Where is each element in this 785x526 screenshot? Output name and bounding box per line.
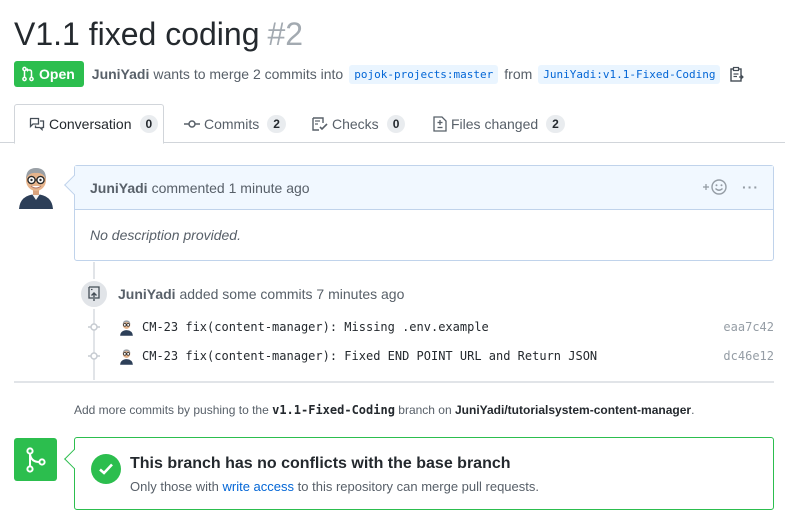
comment-discussion-icon xyxy=(29,117,45,131)
from-text: from xyxy=(504,66,533,82)
commit-dot-icon xyxy=(86,351,102,361)
hint-branch: v1.1-Fixed-Coding xyxy=(272,403,395,417)
comment-body: No description provided. xyxy=(90,227,241,243)
merge-status-icon xyxy=(14,438,57,481)
pull-request-icon xyxy=(22,66,34,82)
avatar-image xyxy=(19,168,53,209)
comment-action: commented xyxy=(151,179,225,196)
add-reaction-button[interactable] xyxy=(702,178,728,196)
commit-author-avatar[interactable] xyxy=(119,319,134,336)
commit-message-link[interactable]: CM-23 fix(content-manager): Fixed END PO… xyxy=(142,349,597,363)
tab-files-changed[interactable]: Files changed 2 xyxy=(433,104,565,143)
tab-checks[interactable]: Checks 0 xyxy=(312,104,406,143)
head-branch[interactable]: JuniYadi:v1.1-Fixed-Coding xyxy=(538,64,721,84)
repo-push-icon xyxy=(88,286,100,301)
comment-time[interactable]: 1 minute ago xyxy=(229,180,310,196)
merge-sub-prefix: Only those with xyxy=(130,479,219,494)
tab-conversation[interactable]: Conversation 0 xyxy=(14,104,164,144)
pr-number: #2 xyxy=(267,16,304,52)
avatar[interactable] xyxy=(16,165,56,209)
smiley-icon xyxy=(703,179,727,195)
checklist-icon xyxy=(312,116,328,131)
hint-suffix: . xyxy=(691,403,695,417)
merge-text: wants to merge 2 commits into xyxy=(153,66,344,82)
comment-actions: ··· xyxy=(702,178,759,196)
comment-author-link[interactable]: JuniYadi xyxy=(90,180,148,196)
copy-branch-button[interactable] xyxy=(730,66,745,82)
state-badge: Open xyxy=(14,61,84,87)
commit-sha-link[interactable]: dc46e12 xyxy=(723,349,774,363)
repo-push-badge xyxy=(79,279,109,309)
event-action: added some commits xyxy=(179,286,313,302)
page-title: V1.1 fixed coding #2 xyxy=(14,14,303,54)
timeline-divider xyxy=(14,381,774,383)
hint-middle: branch on xyxy=(398,403,452,417)
merge-status-title: This branch has no conflicts with the ba… xyxy=(130,455,511,472)
comment-more-button[interactable]: ··· xyxy=(742,179,759,195)
event-time[interactable]: 7 minutes ago xyxy=(316,286,404,302)
comment-box: JuniYadi commented 1 minute ago ··· No d… xyxy=(64,165,774,261)
push-hint: Add more commits by pushing to the v1.1-… xyxy=(74,403,694,417)
git-merge-icon xyxy=(25,446,46,473)
pr-title: V1.1 fixed coding xyxy=(14,16,260,52)
clipboard-icon xyxy=(730,66,745,82)
avatar-image xyxy=(120,348,133,365)
commit-row: CM-23 fix(content-manager): Missing .env… xyxy=(86,317,774,337)
write-access-link[interactable]: write access xyxy=(223,479,295,494)
comment-header: JuniYadi commented 1 minute ago ··· xyxy=(75,166,773,210)
merge-sub-suffix: to this repository can merge pull reques… xyxy=(297,479,539,494)
tab-counter: 0 xyxy=(139,115,159,133)
state-label: Open xyxy=(39,66,75,82)
tab-counter: 0 xyxy=(386,114,406,133)
tab-label: Files changed xyxy=(451,115,539,132)
event-author-link[interactable]: JuniYadi xyxy=(118,286,176,302)
check-icon xyxy=(91,454,121,484)
file-diff-icon xyxy=(433,115,447,132)
pr-meta: Open JuniYadi wants to merge 2 commits i… xyxy=(14,61,745,87)
tab-counter: 2 xyxy=(546,114,565,133)
merge-status-box: This branch has no conflicts with the ba… xyxy=(64,437,774,510)
hint-repo: JuniYadi/tutorialsystem-content-manager xyxy=(455,403,692,417)
commit-icon xyxy=(184,119,200,128)
pr-tabs: Conversation 0 Commits 2 Checks 0 Files … xyxy=(0,104,785,144)
pr-author-link[interactable]: JuniYadi xyxy=(92,66,150,82)
tab-label: Checks xyxy=(332,115,379,132)
base-branch[interactable]: pojok-projects:master xyxy=(349,64,499,84)
commit-dot-icon xyxy=(86,322,102,332)
tab-commits[interactable]: Commits 2 xyxy=(184,104,286,143)
merge-status-subtitle: Only those with write access to this rep… xyxy=(130,479,539,494)
merge-arrow xyxy=(64,449,84,469)
tab-label: Commits xyxy=(204,115,260,132)
commit-sha-link[interactable]: eaa7c42 xyxy=(723,320,774,334)
tab-counter: 2 xyxy=(267,114,286,133)
tab-label: Conversation xyxy=(49,116,132,132)
avatar-image xyxy=(120,319,133,336)
commit-message-link[interactable]: CM-23 fix(content-manager): Missing .env… xyxy=(142,320,489,334)
hint-prefix: Add more commits by pushing to the xyxy=(74,403,269,417)
commit-author-avatar[interactable] xyxy=(119,348,134,365)
commit-row: CM-23 fix(content-manager): Fixed END PO… xyxy=(86,346,774,366)
commit-event: JuniYadi added some commits 7 minutes ag… xyxy=(118,286,404,302)
